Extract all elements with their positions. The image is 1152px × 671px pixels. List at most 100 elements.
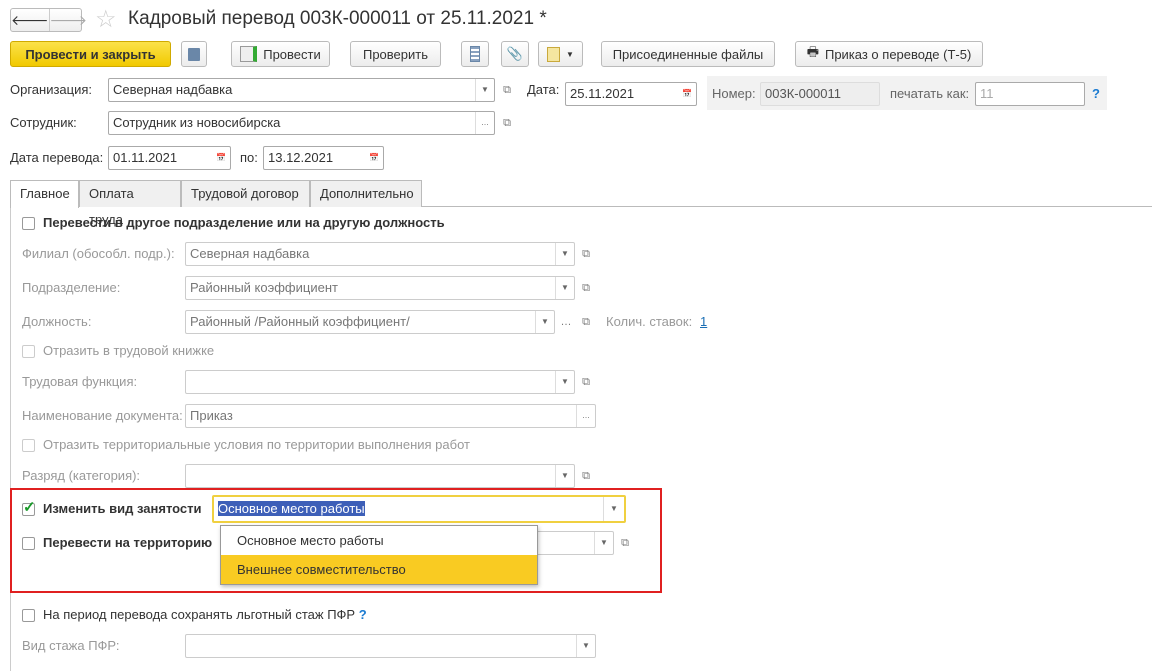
list-button[interactable] — [461, 41, 489, 67]
chevron-down-icon[interactable]: ▼ — [475, 79, 494, 101]
save-icon — [188, 47, 200, 61]
back-button[interactable]: 🡐 — [11, 9, 50, 31]
grade-field: ▼ — [185, 464, 575, 488]
rates-link[interactable]: 1 — [700, 310, 707, 334]
doc-name-field: Приказ … — [185, 404, 596, 428]
to-date-field[interactable]: 13.12.2021 📅 — [263, 146, 384, 170]
employment-type-combo[interactable]: Основное место работы ▼ — [212, 495, 626, 523]
post-and-close-button[interactable]: Провести и закрыть — [10, 41, 171, 67]
post-and-close-label: Провести и закрыть — [25, 46, 156, 62]
chevron-down-icon: ▼ — [566, 49, 574, 59]
check-button[interactable]: Проверить — [350, 41, 441, 67]
content-border — [10, 206, 11, 671]
dropdown-option-selected[interactable]: Внешнее совместительство — [221, 555, 537, 584]
transfer-date-label: Дата перевода: — [10, 150, 104, 165]
attach-button[interactable]: 📎 — [501, 41, 529, 67]
print-order-label: Приказ о переводе (Т-5) — [824, 46, 972, 62]
pfr-checkbox-label: На период перевода сохранять льготный ст… — [43, 603, 367, 627]
employment-checkbox[interactable]: ✓ — [22, 499, 36, 516]
employment-dropdown-list: Основное место работы Внешнее совместите… — [220, 525, 538, 585]
attached-files-label: Присоединенные файлы — [612, 46, 764, 62]
territory-checkbox[interactable] — [22, 537, 35, 550]
tab-contract[interactable]: Трудовой договор — [181, 180, 310, 207]
transfer-date-field[interactable]: 01.11.2021 📅 — [108, 146, 231, 170]
forward-button[interactable]: 🡒 — [50, 9, 88, 31]
employment-type-value: Основное место работы — [218, 501, 365, 516]
open-icon: ⧉ — [582, 281, 590, 294]
date-value: 25.11.2021 — [570, 86, 635, 101]
calendar-icon[interactable]: 📅 — [678, 83, 696, 105]
open-icon[interactable]: ⧉ — [497, 78, 517, 102]
chevron-down-icon: ▼ — [555, 243, 574, 265]
open-icon: ⧉ — [582, 315, 590, 328]
org-label: Организация: — [10, 82, 93, 97]
select-ellipsis-icon: … — [576, 405, 595, 427]
create-based-on-button[interactable]: ▼ — [538, 41, 583, 67]
employee-value: Сотрудник из новосибирска — [113, 115, 281, 130]
pfr-checkbox[interactable] — [22, 609, 35, 622]
help-icon[interactable]: ? — [1092, 82, 1100, 106]
favorite-star-icon[interactable]: ☆ — [95, 5, 117, 34]
list-icon — [470, 46, 480, 62]
open-icon: ⧉ — [582, 375, 590, 388]
window-title: Кадровый перевод 003К-000011 от 25.11.20… — [128, 8, 547, 29]
to-label: по: — [240, 150, 258, 165]
check-label: Проверить — [362, 46, 428, 62]
tab-main[interactable]: Главное — [10, 180, 79, 208]
position-label: Должность: — [22, 314, 92, 329]
help-icon[interactable]: ? — [359, 607, 367, 622]
org-field[interactable]: Северная надбавка ▼ — [108, 78, 495, 102]
chevron-down-icon: ▼ — [576, 635, 595, 657]
employee-label: Сотрудник: — [10, 115, 77, 130]
calendar-icon[interactable]: 📅 — [365, 147, 383, 169]
open-icon: ⧉ — [582, 469, 590, 482]
transfer-checkbox-label: Перевести в другое подразделение или на … — [43, 215, 445, 230]
transfer-checkbox[interactable] — [22, 217, 35, 230]
workbook-checkbox-label: Отразить в трудовой книжке — [43, 343, 215, 358]
attached-files-button[interactable]: Присоединенные файлы — [601, 41, 775, 67]
chevron-down-icon: ▼ — [555, 465, 574, 487]
select-ellipsis-icon: … — [560, 316, 572, 328]
chevron-down-icon: ▼ — [555, 371, 574, 393]
transfer-date-value: 01.11.2021 — [113, 150, 178, 165]
territorial-checkbox — [22, 439, 35, 452]
labor-function-field: ▼ — [185, 370, 575, 394]
date-field[interactable]: 25.11.2021 📅 — [565, 82, 697, 106]
chevron-down-icon[interactable]: ▼ — [603, 497, 624, 521]
doc-name-value: Приказ — [190, 408, 233, 423]
open-icon[interactable]: ⧉ — [497, 111, 517, 135]
pfr-type-label: Вид стажа ПФР: — [22, 638, 120, 653]
print-as-label: печатать как: — [890, 86, 970, 101]
position-value: Районный /Районный коэффициент/ — [190, 314, 410, 329]
calendar-icon[interactable]: 📅 — [212, 147, 230, 169]
document-clock-icon — [547, 46, 561, 62]
dropdown-option[interactable]: Основное место работы — [221, 526, 537, 555]
tab-payment[interactable]: Оплата труда — [79, 180, 181, 227]
position-field: Районный /Районный коэффициент/ ▼ — [185, 310, 555, 334]
print-order-button[interactable]: 🖶 Приказ о переводе (Т-5) — [795, 41, 983, 67]
number-label: Номер: — [712, 86, 756, 101]
number-field: 003К-000011 — [760, 82, 880, 106]
date-label: Дата: — [527, 82, 560, 97]
employee-field[interactable]: Сотрудник из новосибирска … — [108, 111, 495, 135]
printer-icon: 🖶 — [806, 44, 819, 59]
dept-label: Подразделение: — [22, 280, 121, 295]
post-button[interactable]: Провести — [231, 41, 330, 67]
chevron-down-icon: ▼ — [555, 277, 574, 299]
pfr-label-text: На период перевода сохранять льготный ст… — [43, 607, 356, 622]
tab-additional[interactable]: Дополнительно — [310, 180, 422, 207]
workbook-checkbox — [22, 345, 35, 358]
territorial-checkbox-label: Отразить территориальные условия по терр… — [43, 437, 470, 452]
post-icon — [240, 46, 258, 62]
branch-label: Филиал (обособл. подр.): — [22, 246, 175, 261]
grade-label: Разряд (категория): — [22, 468, 141, 483]
chevron-down-icon[interactable]: ▼ — [594, 532, 613, 554]
select-ellipsis-icon[interactable]: … — [475, 112, 494, 134]
open-icon[interactable]: ⧉ — [615, 531, 635, 555]
labor-function-label: Трудовая функция: — [22, 374, 138, 389]
save-button[interactable] — [181, 41, 207, 67]
print-as-field[interactable]: 11 — [975, 82, 1085, 106]
post-label: Провести — [263, 46, 321, 62]
chevron-down-icon: ▼ — [535, 311, 554, 333]
nav-group: 🡐 🡒 — [10, 8, 87, 32]
